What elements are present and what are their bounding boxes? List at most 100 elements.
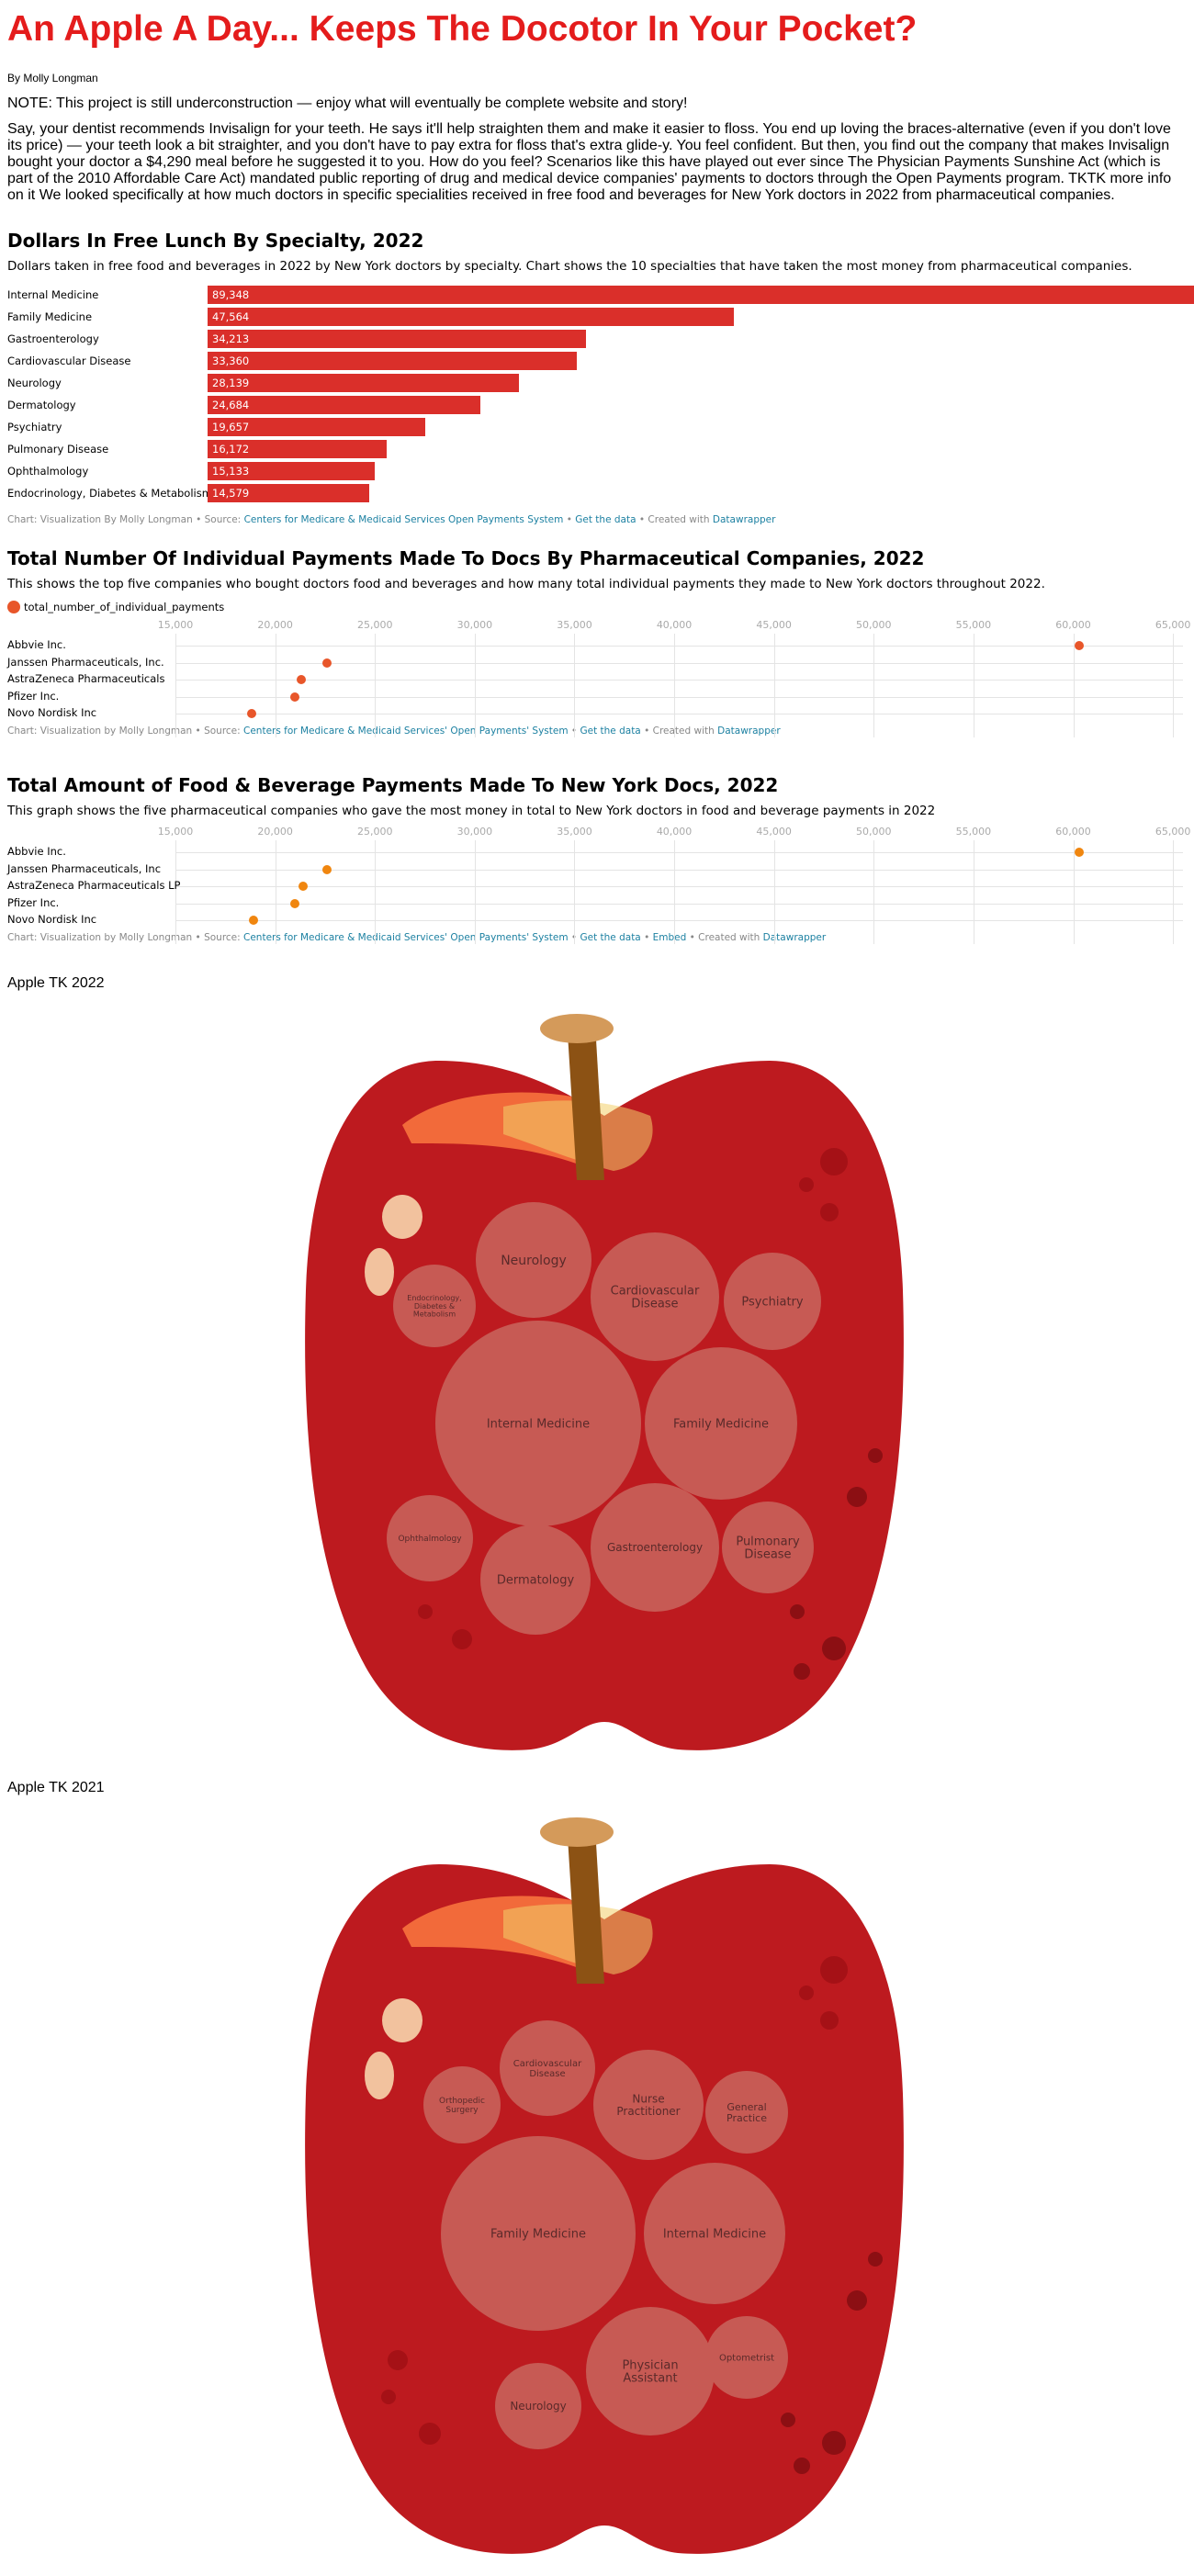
apple-spot bbox=[382, 1998, 422, 2042]
bar: 14,579 bbox=[208, 484, 369, 502]
chart-legend: total_number_of_individual_payments bbox=[7, 601, 1187, 613]
grid-line bbox=[175, 634, 176, 737]
bar-value-label: 24,684 bbox=[212, 399, 250, 411]
get-data-link[interactable]: Get the data bbox=[580, 726, 640, 737]
bubble-label: Family Medicine bbox=[490, 2228, 586, 2242]
dot-row-label: Janssen Pharmaceuticals, Inc. bbox=[7, 655, 164, 669]
x-tick-label: 65,000 bbox=[1155, 619, 1191, 631]
bubble-label: Dermatology bbox=[497, 1574, 575, 1588]
stem-top bbox=[540, 1817, 614, 1847]
x-tick-label: 20,000 bbox=[257, 826, 293, 838]
grid-line bbox=[773, 840, 775, 944]
embed-link[interactable]: Embed bbox=[653, 932, 687, 943]
bar-label: Endocrinology, Diabetes & Metabolism bbox=[7, 487, 212, 500]
chart-title: Dollars In Free Lunch By Specialty, 2022 bbox=[7, 230, 424, 252]
bar: 47,564 bbox=[208, 308, 734, 326]
bar: 16,172 bbox=[208, 440, 387, 458]
dot-row-label: Pfizer Inc. bbox=[7, 689, 60, 703]
bar: 28,139 bbox=[208, 374, 519, 392]
bar-row: Internal Medicine 89,348 bbox=[7, 285, 1194, 307]
chart-subtitle: This shows the top five companies who bo… bbox=[7, 577, 1045, 591]
x-tick-label: 25,000 bbox=[356, 619, 393, 631]
get-data-link[interactable]: Get the data bbox=[575, 514, 636, 525]
x-tick-label: 35,000 bbox=[557, 826, 592, 838]
apple-2021-title: Apple TK 2021 bbox=[7, 1780, 105, 1795]
data-point bbox=[322, 658, 332, 668]
bar-row: Pulmonary Disease 16,172 bbox=[7, 439, 1187, 461]
source-link[interactable]: Centers for Medicare & Medicaid Services… bbox=[243, 932, 569, 943]
bar-value-label: 14,579 bbox=[212, 487, 250, 500]
chart-subtitle: Dollars taken in free food and beverages… bbox=[7, 259, 1132, 274]
row-line bbox=[175, 696, 1183, 698]
bubble-label: Gastroenterology bbox=[607, 1541, 703, 1554]
grid-line bbox=[474, 840, 476, 944]
dot-row-label: Novo Nordisk Inc bbox=[7, 706, 97, 719]
grid-line bbox=[1173, 634, 1175, 737]
apple-2021: Cardiovascular Disease Orthopedic Surgery Nu… bbox=[292, 1809, 917, 2571]
bar-value-label: 33,360 bbox=[212, 354, 250, 367]
datawrapper-link[interactable]: Datawrapper bbox=[763, 932, 827, 943]
apple-spot bbox=[365, 2052, 394, 2099]
grid-line bbox=[873, 634, 875, 737]
source-link[interactable]: Centers for Medicare & Medicaid Services… bbox=[243, 726, 569, 737]
x-tick-label: 40,000 bbox=[656, 619, 693, 631]
footer-sep: • bbox=[640, 932, 653, 943]
bar: 15,133 bbox=[208, 462, 376, 480]
chart-free-lunch: Dollars In Free Lunch By Specialty, 2022… bbox=[7, 230, 1194, 525]
source-link[interactable]: Centers for Medicare & Medicaid Services… bbox=[244, 514, 564, 525]
chart-footer: Chart: Visualization by Molly Longman • … bbox=[7, 932, 1187, 943]
grid-line bbox=[1073, 634, 1075, 737]
dot-row-label: Janssen Pharmaceuticals, Inc bbox=[7, 861, 162, 875]
bubble-label: Optometrist bbox=[719, 2354, 774, 2364]
chart-title: Total Amount of Food & Beverage Payments… bbox=[7, 774, 779, 796]
apple-2022-graphic: NeurologyCardiovascular Disease Psychiatry… bbox=[305, 1014, 904, 1750]
apple-speck bbox=[799, 1177, 814, 1192]
datawrapper-link[interactable]: Datawrapper bbox=[717, 726, 781, 737]
page: An Apple A Day... Keeps The Docotor In Y… bbox=[7, 0, 1194, 2554]
dot-row-label: Abbvie Inc. bbox=[7, 638, 66, 651]
stem-top bbox=[540, 1014, 614, 1043]
apple-spot bbox=[382, 1195, 422, 1239]
bar-value-label: 47,564 bbox=[212, 310, 250, 323]
bar-label: Psychiatry bbox=[7, 421, 62, 433]
data-point bbox=[298, 882, 309, 891]
dot-row-label: Abbvie Inc. bbox=[7, 845, 66, 858]
data-point bbox=[296, 675, 306, 684]
bubble-label: Orthopedic Surgery bbox=[439, 2097, 485, 2115]
grid-line bbox=[574, 840, 576, 944]
bar-label: Family Medicine bbox=[7, 310, 93, 323]
apple-speck bbox=[381, 2390, 396, 2404]
apple-speck bbox=[820, 1148, 848, 1176]
x-tick-label: 45,000 bbox=[756, 826, 792, 838]
bar-label: Cardiovascular Disease bbox=[7, 354, 131, 367]
bar-row: Endocrinology, Diabetes & Metabolism 14,5… bbox=[7, 483, 1187, 505]
apple-speck bbox=[799, 1985, 814, 2000]
grid-line bbox=[674, 634, 676, 737]
apple-speck bbox=[868, 1448, 883, 1463]
bar-value-label: 16,172 bbox=[212, 443, 250, 456]
bar-value-label: 89,348 bbox=[212, 288, 250, 301]
footer-prefix: Chart: Visualization By Molly Longman • … bbox=[7, 514, 244, 525]
apple-speck bbox=[781, 2413, 795, 2427]
data-point bbox=[1075, 641, 1085, 650]
data-point bbox=[290, 692, 300, 702]
x-tick-label: 65,000 bbox=[1155, 826, 1191, 838]
x-tick-label: 45,000 bbox=[756, 619, 792, 631]
bubble-label: Family Medicine bbox=[673, 1418, 769, 1432]
get-data-link[interactable]: Get the data bbox=[580, 932, 640, 943]
apple-2022: Neurology Cardiovascular Disease Psychiatry… bbox=[292, 1006, 917, 1768]
row-line bbox=[175, 920, 1183, 921]
footer-sep: • bbox=[563, 514, 576, 525]
apple-speck bbox=[820, 2011, 839, 2030]
row-line bbox=[175, 852, 1183, 853]
x-tick-label: 60,000 bbox=[1055, 826, 1091, 838]
apple-speck bbox=[794, 1663, 810, 1680]
bubble-label: Psychiatry bbox=[741, 1296, 803, 1310]
datawrapper-link[interactable]: Datawrapper bbox=[713, 514, 776, 525]
row-line bbox=[175, 886, 1183, 887]
dot-plot: 15,000 20,000 25,000 30,000 35,000 40,000 45,0… bbox=[7, 826, 1190, 944]
intro-paragraph: Say, your dentist recommends Invisalign … bbox=[7, 121, 1172, 203]
footer-prefix: Chart: Visualization by Molly Longman • … bbox=[7, 726, 244, 737]
bar-value-label: 34,213 bbox=[212, 332, 250, 345]
apple-speck bbox=[847, 2290, 867, 2311]
